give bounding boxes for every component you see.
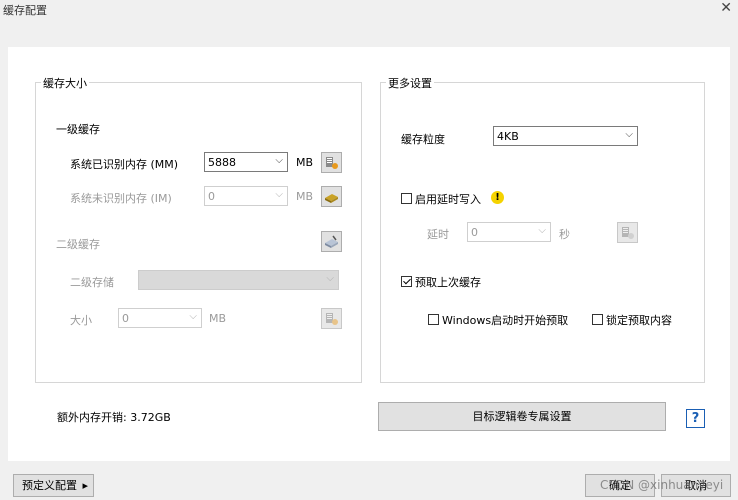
- extra-memory-text: 额外内存开销: 3.72GB: [57, 411, 171, 424]
- cache-size-group: 缓存大小 一级缓存 系统已识别内存 (MM) 5888 ⌵ MB 系统未识别内存…: [35, 75, 362, 383]
- delayed-write-checkbox[interactable]: [401, 193, 412, 204]
- l2-size-unit: MB: [209, 312, 227, 325]
- l2-cache-title: 二级缓存: [56, 238, 100, 251]
- unrecognized-memory-label: 系统未识别内存 (IM): [70, 192, 172, 205]
- recognized-memory-label: 系统已识别内存 (MM): [70, 158, 179, 171]
- memory-icon: [326, 157, 338, 169]
- lock-prefetch-checkbox[interactable]: [592, 314, 603, 325]
- granularity-label: 缓存粒度: [401, 133, 445, 146]
- more-settings-group-title: 更多设置: [386, 75, 434, 91]
- chevron-right-icon: ▸: [82, 479, 88, 492]
- l2-cache-button[interactable]: [321, 231, 342, 252]
- delay-button[interactable]: [617, 222, 638, 243]
- unrecognized-memory-button[interactable]: [321, 186, 342, 207]
- drive-icon: [325, 194, 338, 203]
- chevron-down-icon: ⌵: [275, 155, 283, 166]
- target-volume-label: 目标逻辑卷专属设置: [472, 410, 572, 423]
- recognized-memory-select[interactable]: 5888 ⌵: [204, 152, 288, 172]
- delay-select[interactable]: 0 ⌵: [467, 222, 551, 242]
- windows-prefetch-label: Windows启动时开始预取: [442, 314, 569, 327]
- target-volume-button[interactable]: 目标逻辑卷专属设置: [378, 402, 666, 431]
- delayed-write-label: 启用延时写入: [415, 193, 481, 206]
- unrecognized-memory-unit: MB: [296, 190, 314, 203]
- cache-size-group-title: 缓存大小: [41, 75, 89, 91]
- memory-icon: [326, 313, 338, 325]
- windows-prefetch-checkbox[interactable]: [428, 314, 439, 325]
- l2-size-value: 0: [122, 312, 129, 325]
- recognized-memory-button[interactable]: [321, 152, 342, 173]
- memory-icon: [622, 227, 634, 239]
- recognized-memory-unit: MB: [296, 156, 314, 169]
- l1-cache-title: 一级缓存: [56, 123, 100, 136]
- l2-storage-select[interactable]: ⌵: [138, 270, 339, 290]
- prefetch-label: 预取上次缓存: [415, 276, 481, 289]
- preset-label: 预定义配置: [22, 479, 77, 492]
- title-bar: 缓存配置 ✕: [0, 0, 738, 18]
- delay-unit: 秒: [559, 228, 570, 241]
- window-title: 缓存配置: [3, 4, 47, 17]
- l2-size-label: 大小: [70, 314, 92, 327]
- chevron-down-icon: ⌵: [275, 189, 283, 200]
- disk-icon: [325, 235, 338, 248]
- granularity-value: 4KB: [497, 130, 519, 143]
- delay-label: 延时: [427, 228, 449, 241]
- chevron-down-icon: ⌵: [538, 225, 546, 236]
- help-button[interactable]: ?: [686, 409, 705, 428]
- chevron-down-icon: ⌵: [326, 273, 334, 284]
- l2-storage-label: 二级存储: [70, 276, 114, 289]
- help-icon: ?: [691, 411, 700, 426]
- granularity-select[interactable]: 4KB ⌵: [493, 126, 638, 146]
- more-settings-group: 更多设置 缓存粒度 4KB ⌵ 启用延时写入 ! 延时 0 ⌵ 秒 预取上次缓存…: [380, 75, 705, 383]
- delay-value: 0: [471, 226, 478, 239]
- lock-prefetch-label: 锁定预取内容: [606, 314, 672, 327]
- close-icon[interactable]: ✕: [720, 0, 732, 16]
- unrecognized-memory-select[interactable]: 0 ⌵: [204, 186, 288, 206]
- unrecognized-memory-value: 0: [208, 190, 215, 203]
- l2-size-select[interactable]: 0 ⌵: [118, 308, 202, 328]
- l2-size-button[interactable]: [321, 308, 342, 329]
- prefetch-checkbox[interactable]: [401, 276, 412, 287]
- watermark: CSDN @xinhuanyeyi: [600, 478, 724, 492]
- content-panel: 缓存大小 一级缓存 系统已识别内存 (MM) 5888 ⌵ MB 系统未识别内存…: [8, 47, 730, 461]
- chevron-down-icon: ⌵: [625, 129, 633, 140]
- warning-icon: !: [491, 191, 504, 204]
- preset-button[interactable]: 预定义配置 ▸: [13, 474, 94, 497]
- chevron-down-icon: ⌵: [189, 311, 197, 322]
- recognized-memory-value: 5888: [208, 156, 236, 169]
